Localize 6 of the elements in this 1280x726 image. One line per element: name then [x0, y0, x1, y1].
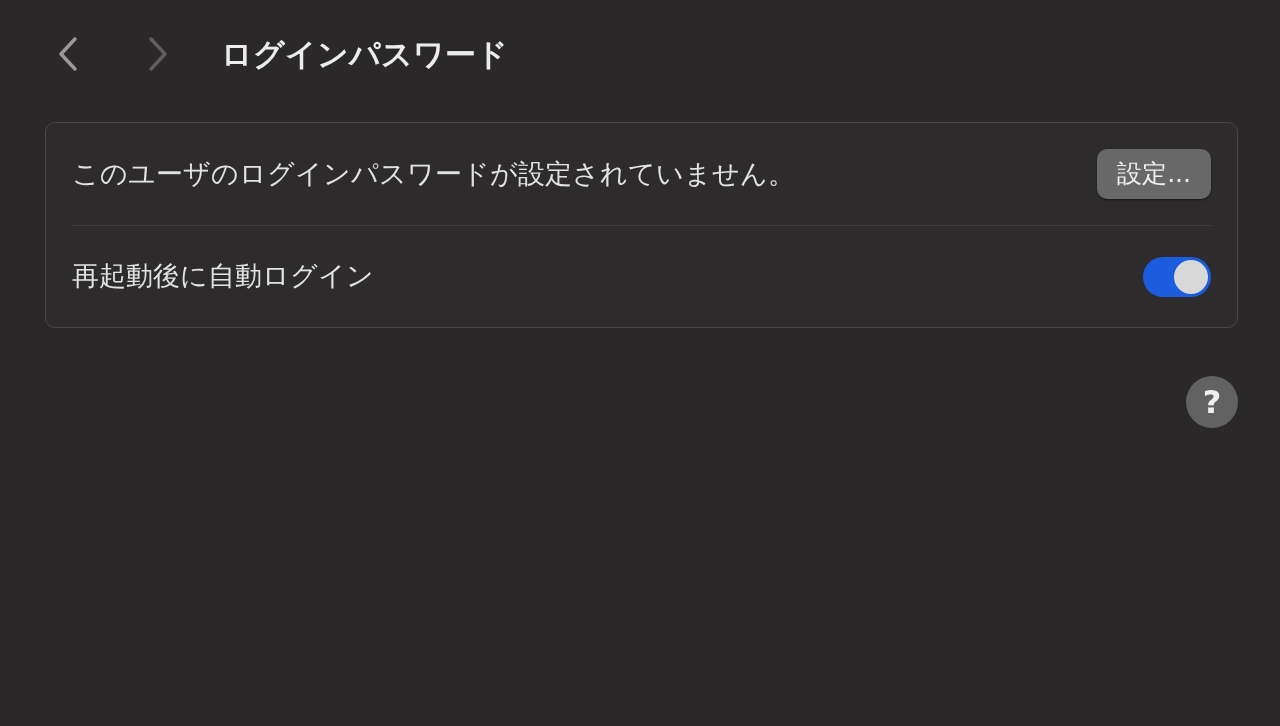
set-button[interactable]: 設定...	[1097, 149, 1211, 199]
help-button[interactable]: ?	[1186, 376, 1238, 428]
setting-label: このユーザのログインパスワードが設定されていません。	[72, 156, 795, 191]
toggle-switch[interactable]	[1143, 256, 1211, 297]
setting-label: 再起動後に自動ログイン	[72, 259, 374, 294]
page-title: ログインパスワード	[221, 34, 508, 74]
